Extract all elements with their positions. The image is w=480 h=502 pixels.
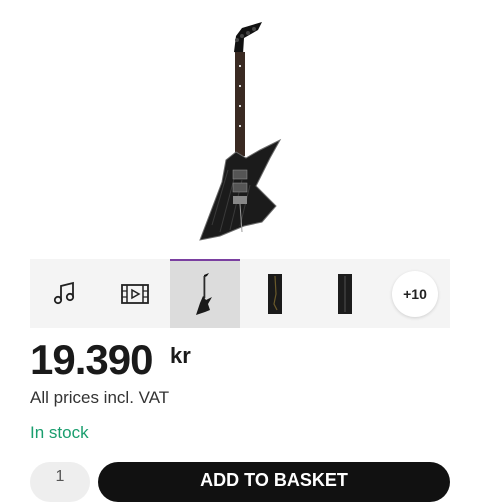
thumbnail-guitar-front[interactable] bbox=[170, 259, 240, 328]
thumbnail-video[interactable] bbox=[100, 259, 170, 328]
price-currency: kr bbox=[170, 343, 191, 368]
guitar-thumbnail bbox=[196, 272, 212, 315]
thumbnail-more[interactable]: +10 bbox=[380, 259, 450, 328]
more-images-button[interactable]: +10 bbox=[392, 270, 438, 317]
video-icon bbox=[121, 283, 149, 304]
guitar-back-thumbnail bbox=[338, 273, 352, 314]
stock-status: In stock bbox=[30, 423, 89, 442]
guitar-body-thumbnail bbox=[268, 273, 282, 314]
product-main-image[interactable] bbox=[30, 10, 450, 250]
price: 19.390 bbox=[30, 336, 153, 383]
thumbnail-strip: +10 bbox=[30, 259, 450, 328]
quantity-value: 1 bbox=[55, 468, 65, 485]
quantity-selector[interactable]: 1 bbox=[30, 462, 90, 502]
vat-note: All prices incl. VAT bbox=[30, 388, 170, 407]
thumbnail-guitar-body[interactable] bbox=[240, 259, 310, 328]
add-to-basket-button[interactable]: ADD TO BASKET bbox=[98, 462, 450, 502]
top-text-fragment bbox=[70, 0, 110, 2]
thumbnail-guitar-back[interactable] bbox=[310, 259, 380, 328]
music-notes-icon bbox=[53, 281, 75, 304]
guitar-image bbox=[199, 22, 282, 241]
thumbnail-audio[interactable] bbox=[30, 259, 100, 328]
